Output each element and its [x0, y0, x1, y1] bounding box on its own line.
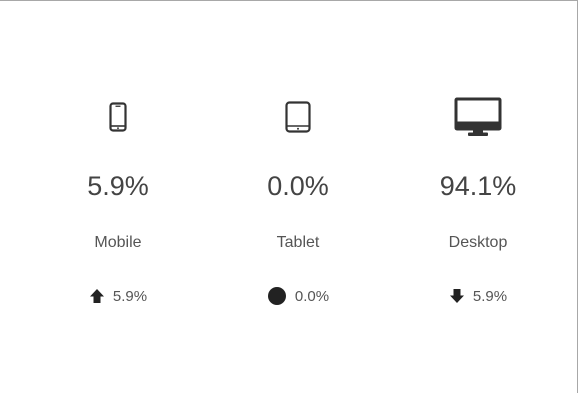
tablet-change: 0.0% — [218, 285, 378, 307]
mobile-change: 5.9% — [38, 285, 198, 307]
circle-icon — [267, 286, 287, 306]
tablet-icon — [218, 95, 378, 139]
desktop-label: Desktop — [448, 234, 508, 251]
tablet-percent: 0.0% — [267, 171, 329, 201]
device-breakdown-card: 5.9% Mobile 5.9% 0.0% Tablet 0.0% 94.1% … — [0, 0, 578, 393]
desktop-change-value: 5.9% — [472, 287, 508, 305]
mobile-label: Mobile — [94, 234, 142, 251]
device-column-mobile: 5.9% Mobile 5.9% — [38, 1, 198, 394]
mobile-change-value: 5.9% — [112, 287, 148, 305]
desktop-change: 5.9% — [398, 285, 558, 307]
tablet-change-value: 0.0% — [294, 287, 330, 305]
desktop-monitor-icon — [398, 95, 558, 139]
mobile-percent: 5.9% — [87, 171, 149, 201]
device-column-tablet: 0.0% Tablet 0.0% — [218, 1, 378, 394]
arrow-up-icon — [89, 288, 105, 304]
desktop-percent: 94.1% — [439, 171, 517, 201]
tablet-label: Tablet — [276, 234, 320, 251]
mobile-phone-icon — [38, 95, 198, 139]
device-column-desktop: 94.1% Desktop 5.9% — [398, 1, 558, 394]
arrow-down-icon — [449, 288, 465, 304]
